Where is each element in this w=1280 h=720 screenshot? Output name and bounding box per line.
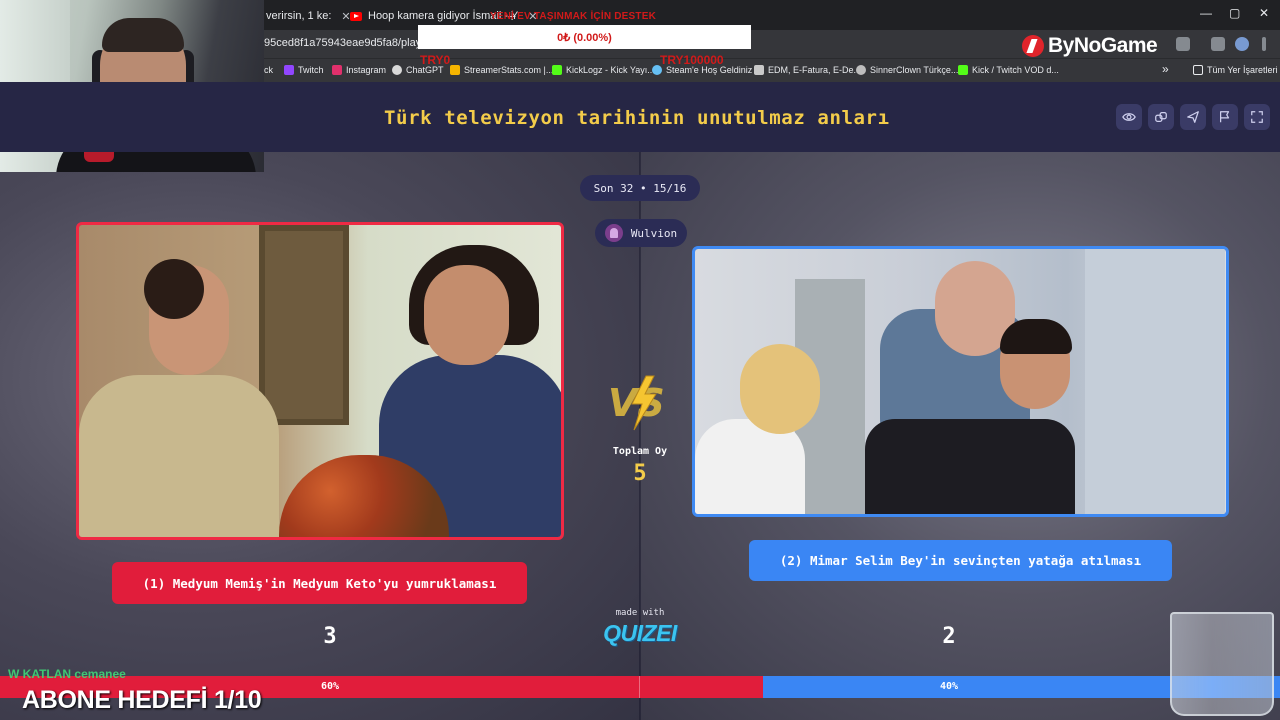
bookmark-item[interactable]: Twitch — [284, 65, 324, 75]
scene-image — [79, 225, 561, 537]
kicklogz-icon — [552, 65, 562, 75]
total-votes-value: 5 — [633, 461, 647, 486]
person-woman-body — [695, 419, 805, 514]
donation-max: TRY100000 — [660, 53, 724, 67]
total-votes-label: Toplam Oy — [612, 446, 668, 457]
chatgpt-icon — [392, 65, 402, 75]
donation-progress-bar: 0₺ (0.00%) — [418, 25, 751, 49]
wall-painting — [259, 225, 349, 425]
all-bookmarks-button[interactable]: Tüm Yer İşaretleri — [1193, 65, 1278, 75]
glass-cup-overlay — [1170, 612, 1274, 716]
donation-amount: 0₺ (0.00%) — [557, 31, 612, 44]
bookmark-item[interactable]: SinnerClown Türkçe... — [856, 65, 958, 75]
send-icon — [1187, 111, 1199, 123]
report-button[interactable] — [1212, 104, 1238, 130]
bookmark-item[interactable]: EDM, E-Fatura, E-De... — [754, 65, 861, 75]
bynogame-logo-icon — [1022, 35, 1044, 57]
donation-min: TRY0 — [420, 53, 451, 67]
bookmarks-overflow-button[interactable]: » — [1162, 62, 1169, 76]
quizei-logo[interactable]: QUIZEI — [594, 620, 686, 647]
all-bookmarks-label: Tüm Yer İşaretleri — [1207, 65, 1278, 75]
bookmark-label: Instagram — [346, 65, 387, 75]
round-label: Son 32 • 15/16 — [593, 181, 687, 195]
bookmark-label: StreamerStats.com |... — [464, 65, 554, 75]
instagram-icon — [332, 65, 342, 75]
user-badge[interactable]: Wulvion — [595, 219, 687, 247]
twitch-icon — [284, 65, 294, 75]
sponsor-name: ByNoGame — [1048, 34, 1158, 57]
option-left-caption[interactable]: (1) Medyum Memiş'in Medyum Keto'yu yumru… — [112, 562, 527, 604]
bookmark-item[interactable]: Kick / Twitch VOD d... — [958, 65, 1059, 75]
media-icon[interactable] — [1211, 37, 1225, 51]
menu-icon[interactable] — [1262, 37, 1266, 51]
bookmark-label: Twitch — [298, 65, 324, 75]
sponsor-logo: ByNoGame — [1022, 34, 1158, 58]
caption-text: (2) Mimar Selim Bey'in sevinçten yatağa … — [779, 553, 1142, 568]
option-right-image[interactable] — [692, 246, 1229, 517]
username: Wulvion — [630, 226, 678, 240]
bookmark-item[interactable]: StreamerStats.com |... — [450, 65, 553, 75]
globe-icon — [856, 65, 866, 75]
fullscreen-button[interactable] — [1244, 104, 1270, 130]
flag-icon — [1220, 111, 1230, 123]
wall — [1085, 249, 1225, 514]
right-vote-count: 2 — [942, 624, 956, 649]
streamerstats-icon — [450, 65, 460, 75]
person-suit-body — [865, 419, 1075, 514]
bookmark-label: Kick / Twitch VOD d... — [972, 65, 1059, 75]
fullscreen-icon — [1251, 111, 1263, 123]
link-button[interactable] — [1148, 104, 1174, 130]
extension-icon[interactable] — [1176, 37, 1190, 51]
option-left-image[interactable] — [76, 222, 564, 540]
vs-icon: VS — [608, 375, 665, 431]
bookmark-item[interactable]: KickLogz - Kick Yayı... — [552, 65, 655, 75]
person-woman-head — [740, 344, 820, 434]
right-percent: 40% — [939, 681, 959, 692]
bookmark-item[interactable]: Instagram — [332, 65, 386, 75]
quiz-title: Türk televizyon tarihinin unutulmaz anla… — [384, 107, 890, 129]
left-vote-count: 3 — [323, 624, 337, 649]
minimize-button[interactable]: — — [1200, 6, 1212, 20]
person-suit-hair — [1000, 319, 1072, 354]
scene-image — [695, 249, 1226, 514]
profile-icon[interactable] — [1235, 37, 1249, 51]
youtube-icon — [350, 11, 362, 21]
view-button[interactable] — [1116, 104, 1142, 130]
round-indicator: Son 32 • 15/16 — [580, 175, 700, 201]
kick-icon — [958, 65, 968, 75]
close-window-button[interactable]: ✕ — [1259, 6, 1269, 20]
person-left-body — [79, 375, 279, 537]
eye-icon — [1122, 113, 1136, 121]
edm-icon — [754, 65, 764, 75]
browser-tab-1[interactable]: verirsin, 1 ke: ✕ — [266, 4, 351, 28]
tab-title: verirsin, 1 ke: — [266, 10, 332, 22]
bookmark-item[interactable]: ck — [264, 65, 273, 75]
folder-icon — [1193, 65, 1203, 75]
chat-overlay-line: W KATLAN cemanee — [8, 667, 126, 681]
caption-text: (1) Medyum Memiş'in Medyum Keto'yu yumru… — [142, 575, 497, 591]
left-percent: 60% — [320, 681, 340, 692]
subscriber-goal: ABONE HEDEFİ 1/10 — [22, 686, 262, 714]
avatar — [604, 224, 623, 242]
link-icon — [1155, 112, 1167, 122]
result-bar-midline — [639, 676, 640, 698]
donation-goal-title: YENİ EV TAŞINMAK İÇİN DESTEK — [490, 11, 656, 22]
option-right-caption[interactable]: (2) Mimar Selim Bey'in sevinçten yatağa … — [749, 540, 1172, 581]
bookmark-label: ck — [264, 65, 273, 75]
bookmark-label: EDM, E-Fatura, E-De... — [768, 65, 862, 75]
bookmark-label: SinnerClown Türkçe... — [870, 65, 959, 75]
share-button[interactable] — [1180, 104, 1206, 130]
person-left-hair — [144, 259, 204, 319]
made-with-label: made with — [615, 608, 665, 618]
url-field[interactable]: 95ced8f1a75943eae9d5fa8/play — [264, 37, 421, 49]
maximize-button[interactable]: ▢ — [1229, 6, 1240, 20]
person-right-head — [424, 265, 509, 365]
streamer-hair — [102, 18, 184, 52]
bookmark-label: KickLogz - Kick Yayı... — [566, 65, 655, 75]
